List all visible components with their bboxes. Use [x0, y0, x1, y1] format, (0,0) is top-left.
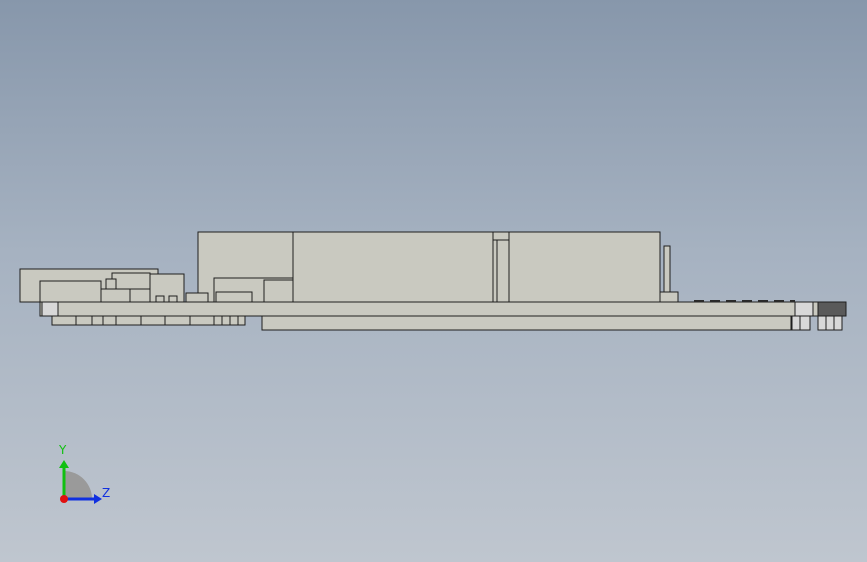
module-slot	[492, 231, 510, 303]
module-small-block	[263, 279, 294, 303]
triad-quarter-disc	[64, 471, 92, 499]
right-standoff-b	[817, 301, 847, 317]
left-box-c	[111, 272, 151, 290]
x-axis-dot	[60, 495, 68, 503]
bottom-strip	[51, 315, 246, 326]
y-axis-arrowhead	[59, 460, 69, 468]
z-axis-label: Z	[102, 486, 111, 500]
left-box-d	[149, 273, 185, 303]
pin	[663, 245, 671, 295]
z-axis-arrowhead	[94, 494, 102, 504]
y-axis-label: Y	[59, 443, 67, 457]
cad-viewport[interactable]: Y Z	[0, 0, 867, 562]
main-board	[39, 301, 819, 317]
pin-base	[659, 291, 679, 303]
left-box-b	[100, 288, 131, 303]
part-side-view	[19, 231, 847, 504]
axis-triad	[59, 460, 102, 504]
left-standoff	[41, 301, 59, 317]
right-standoff-a	[794, 301, 814, 317]
left-box-a	[39, 280, 102, 303]
lower-plate	[261, 315, 792, 331]
left-tab	[105, 278, 117, 290]
